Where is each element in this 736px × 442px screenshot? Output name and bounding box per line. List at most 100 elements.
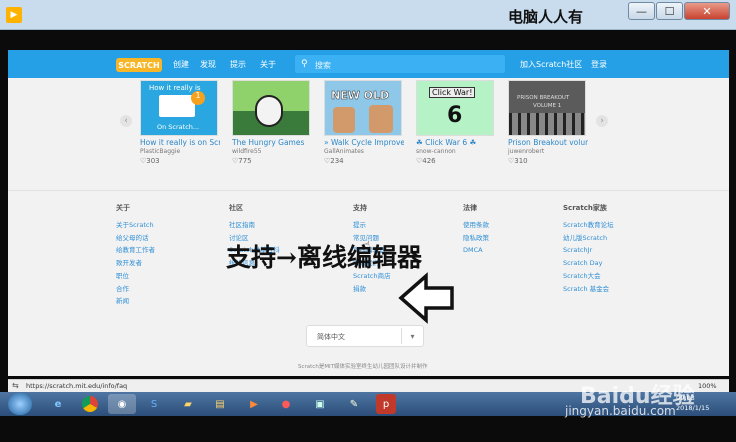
thumb-caption: How it really is (149, 84, 201, 92)
footer-link[interactable]: 给父母的话 (116, 232, 155, 245)
baidu-watermark-url: jingyan.baidu.com (565, 404, 676, 418)
project-author[interactable]: PlasticBaggie (140, 148, 180, 155)
footer-link[interactable]: 致开发者 (116, 257, 155, 270)
project-thumbnail[interactable]: NEW OLD (324, 80, 402, 136)
app-icon: ▶ (6, 7, 22, 23)
project-loves: ♡426 (416, 157, 436, 165)
footer-link[interactable]: 隐私政策 (463, 232, 489, 245)
project-thumbnail[interactable]: PRISON BREAKOUT VOLUME 1 (508, 80, 586, 136)
paint-icon[interactable]: ✎ (340, 394, 368, 414)
nav-about[interactable]: 关于 (260, 59, 276, 70)
annotation-text: 支持→离线编辑器 (226, 243, 422, 272)
sogou-icon[interactable]: S (140, 394, 168, 414)
footer-link[interactable]: 关于Scratch (116, 219, 155, 232)
monitor-icon[interactable]: ▣ (306, 394, 334, 414)
join-link[interactable]: 加入Scratch社区 (520, 59, 582, 70)
footer-column-legal: 法律 使用条款 隐私政策 DMCA (463, 203, 489, 257)
project-thumbnail[interactable] (232, 80, 310, 136)
browser-page: SCRATCH 创建 发现 提示 关于 ⚲ 搜索 加入Scratch社区 登录 … (8, 50, 729, 376)
prison-bars (509, 113, 585, 135)
footer-heading: 关于 (116, 204, 130, 212)
footer-link[interactable]: Scratch 基金会 (563, 283, 614, 296)
character-icon (255, 95, 283, 127)
minimize-button[interactable]: — (628, 2, 655, 20)
footer-link[interactable]: Scratch大会 (563, 270, 614, 283)
project-title[interactable]: » Walk Cycle Improve (324, 138, 404, 147)
thumb-caption: NEW OLD (331, 89, 390, 103)
footer-link[interactable]: 捐款 (353, 283, 391, 296)
footer-link[interactable]: DMCA (463, 244, 489, 257)
carousel-prev-icon[interactable]: ‹ (120, 115, 132, 127)
search-box[interactable]: ⚲ 搜索 (295, 55, 505, 73)
project-card[interactable]: PRISON BREAKOUT VOLUME 1 Prison Breakout… (508, 80, 588, 168)
language-select[interactable]: 简体中文 ▾ (306, 325, 424, 347)
project-thumbnail[interactable]: How it really is 1 On Scratch... (140, 80, 218, 136)
thumb-subcaption: VOLUME 1 (533, 103, 562, 109)
sidebar-toggle-icon[interactable]: ⇆ (12, 381, 19, 390)
project-thumbnail[interactable]: Click War! 6 (416, 80, 494, 136)
start-button[interactable] (8, 393, 32, 415)
footer-link[interactable]: Scratch Day (563, 257, 614, 270)
title-watermark: 电脑人人有 (508, 8, 584, 26)
project-author[interactable]: wildfire55 (232, 148, 262, 155)
character-icon (333, 107, 355, 133)
footer-link[interactable]: Scratch教育论坛 (563, 219, 614, 232)
language-value: 简体中文 (317, 333, 345, 341)
footer-link[interactable]: 职位 (116, 270, 155, 283)
media-icon[interactable]: ▶ (240, 394, 268, 414)
footer-credit: Scratch是MIT媒体实验室终生幼儿园团队设计并制作 (298, 364, 428, 370)
close-button[interactable]: ✕ (684, 2, 730, 20)
footer-heading: 法律 (463, 204, 477, 212)
nav-create[interactable]: 创建 (173, 59, 189, 70)
project-loves: ♡303 (140, 157, 160, 165)
carousel-next-icon[interactable]: › (596, 115, 608, 127)
signin-link[interactable]: 登录 (591, 59, 607, 70)
project-title[interactable]: The Hungry Games (232, 138, 312, 147)
project-author[interactable]: GallAnimates (324, 148, 364, 155)
footer-column-about: 关于 关于Scratch 给父母的话 给教育工作者 致开发者 职位 合作 新闻 (116, 203, 155, 308)
project-card[interactable]: Click War! 6 ☘ Click War 6 ☘ snow-cannon… (416, 80, 494, 168)
character-icon (369, 105, 393, 133)
footer-link[interactable]: 新闻 (116, 295, 155, 308)
status-url: https://scratch.mit.edu/info/faq (26, 382, 128, 390)
project-author[interactable]: snow-cannon (416, 148, 456, 155)
chrome-icon[interactable] (76, 394, 104, 414)
project-title[interactable]: How it really is on Scr (140, 138, 220, 147)
nav-tips[interactable]: 提示 (230, 59, 246, 70)
project-card[interactable]: How it really is 1 On Scratch... How it … (140, 80, 220, 168)
project-loves: ♡775 (232, 157, 252, 165)
project-author[interactable]: juwenrobert (508, 148, 544, 155)
project-loves: ♡310 (508, 157, 528, 165)
project-title[interactable]: ☘ Click War 6 ☘ (416, 138, 496, 147)
ie-icon[interactable]: e (44, 394, 72, 414)
footer-column-family: Scratch家族 Scratch教育论坛 幼儿版Scratch Scratch… (563, 203, 614, 295)
explorer-icon[interactable]: ▤ (206, 394, 234, 414)
footer-link[interactable]: 幼儿版Scratch (563, 232, 614, 245)
app-red-icon[interactable]: ● (272, 394, 300, 414)
footer-link[interactable]: 提示 (353, 219, 391, 232)
nav-explore[interactable]: 发现 (200, 59, 216, 70)
project-title[interactable]: Prison Breakout volun (508, 138, 588, 147)
footer-heading: 支持 (353, 204, 367, 212)
app-p-icon[interactable]: p (376, 394, 396, 414)
chevron-down-icon[interactable]: ▾ (401, 328, 423, 344)
footer-link[interactable]: 给教育工作者 (116, 244, 155, 257)
maximize-button[interactable]: ☐ (656, 2, 683, 20)
project-card[interactable]: NEW OLD » Walk Cycle Improve GallAnimate… (324, 80, 404, 168)
annotation-arrow-icon (398, 272, 454, 324)
project-card[interactable]: The Hungry Games wildfire55 ♡775 (232, 80, 310, 168)
footer-link[interactable]: ScratchJr (563, 244, 614, 257)
footer-link[interactable]: 合作 (116, 283, 155, 296)
footer-link[interactable]: 使用条款 (463, 219, 489, 232)
notification-badge: 1 (191, 91, 205, 105)
scratch-logo[interactable]: SCRATCH (116, 58, 162, 72)
window-titlebar: ▶ 电脑人人有 — ☐ ✕ (0, 0, 736, 30)
thumb-subcaption: On Scratch... (157, 123, 200, 131)
footer-link[interactable]: 社区指南 (229, 219, 280, 232)
thumb-caption: PRISON BREAKOUT (517, 95, 570, 101)
folder-icon[interactable]: ▰ (174, 394, 202, 414)
browser-taskbar-icon[interactable]: ◉ (108, 394, 136, 414)
footer-heading: Scratch家族 (563, 204, 607, 212)
zoom-level[interactable]: 100% (698, 382, 717, 390)
footer-heading: 社区 (229, 204, 243, 212)
